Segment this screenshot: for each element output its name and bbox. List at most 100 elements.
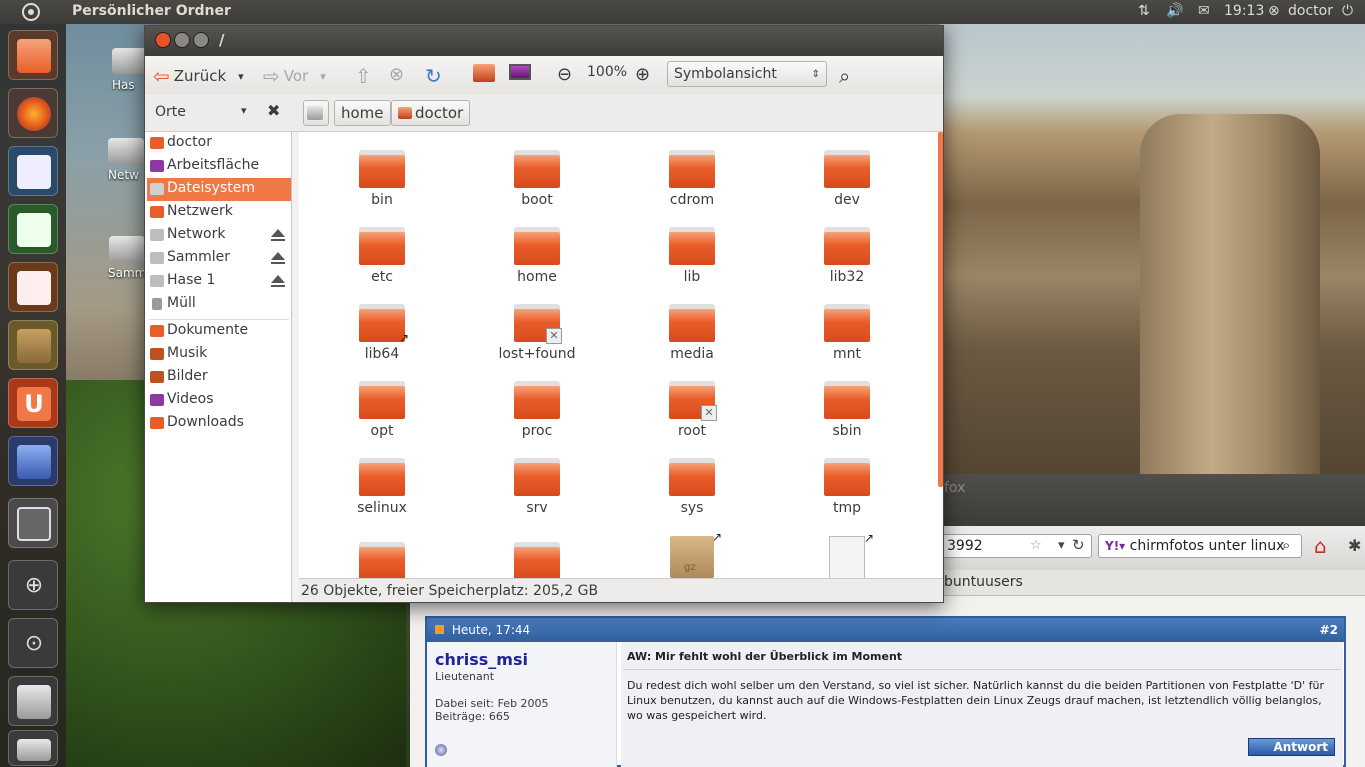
file-item[interactable]: ↗ lib64: [322, 304, 442, 362]
sidebar-item-desktop[interactable]: Arbeitsfläche: [147, 155, 291, 178]
sidebar-header[interactable]: Orte: [155, 104, 186, 120]
clock[interactable]: 19:13: [1224, 3, 1264, 19]
sidebar-item-videos[interactable]: Videos: [147, 389, 291, 412]
url-field[interactable]: 3992: [940, 534, 1092, 558]
file-item[interactable]: ✕ lost+found: [477, 304, 597, 362]
mail-icon[interactable]: ✉: [1198, 3, 1210, 19]
launcher-trash[interactable]: [8, 730, 58, 766]
file-item[interactable]: sbin: [787, 381, 907, 439]
chevron-down-icon[interactable]: ▾: [241, 104, 247, 117]
sidebar-item-music[interactable]: Musik: [147, 343, 291, 366]
sidebar-item-filesystem[interactable]: Dateisystem: [147, 178, 291, 201]
dropdown-icon[interactable]: ▾: [1058, 538, 1065, 553]
search-icon[interactable]: ⌕: [1282, 536, 1290, 554]
zoom-in-button[interactable]: ⊕: [635, 64, 650, 85]
maximize-window-button[interactable]: [193, 32, 209, 48]
file-item[interactable]: lib32: [787, 227, 907, 285]
file-item[interactable]: tmp: [787, 458, 907, 516]
crumb-filesystem[interactable]: [303, 100, 329, 126]
scrollbar[interactable]: [938, 132, 943, 487]
minimize-window-button[interactable]: [174, 32, 190, 48]
chevron-down-icon[interactable]: ▾: [238, 70, 244, 83]
post-number[interactable]: #2: [1320, 623, 1338, 637]
power-icon[interactable]: ⏻: [1342, 3, 1353, 19]
file-item[interactable]: [322, 542, 442, 578]
file-item[interactable]: opt: [322, 381, 442, 439]
file-item[interactable]: dev: [787, 150, 907, 208]
user-name[interactable]: doctor: [1288, 3, 1333, 19]
launcher-writer[interactable]: [8, 146, 58, 196]
sidebar-item-documents[interactable]: Dokumente: [147, 320, 291, 343]
sidebar-item-network[interactable]: Netzwerk: [147, 201, 291, 224]
home-button[interactable]: [473, 64, 495, 82]
sidebar-item-hase[interactable]: Hase 1: [147, 270, 291, 293]
back-button[interactable]: ⇦ Zurück ▾: [153, 64, 244, 88]
eject-icon[interactable]: [271, 252, 285, 264]
launcher-dash-files[interactable]: ⊙: [8, 618, 58, 668]
launcher-impress[interactable]: [8, 262, 58, 312]
crumb-home[interactable]: home: [334, 100, 391, 126]
launcher-calc[interactable]: [8, 204, 58, 254]
bookmark-item[interactable]: buntuusers: [944, 574, 1023, 590]
search-button[interactable]: ⌕: [839, 64, 850, 88]
sidebar-item-trash[interactable]: Müll: [147, 293, 291, 316]
file-item[interactable]: mnt: [787, 304, 907, 362]
file-item[interactable]: [477, 542, 597, 578]
file-item[interactable]: selinux: [322, 458, 442, 516]
chevron-down-icon[interactable]: ▾: [320, 70, 326, 83]
user-close-icon[interactable]: ⊗: [1268, 3, 1280, 19]
file-item[interactable]: proc: [477, 381, 597, 439]
eject-icon[interactable]: [271, 229, 285, 241]
desktop-icon-drive-2[interactable]: Netw: [108, 138, 144, 182]
launcher-ubuntu-one[interactable]: U: [8, 378, 58, 428]
crumb-doctor[interactable]: doctor: [391, 100, 471, 126]
up-button[interactable]: ⇧: [355, 64, 372, 88]
file-item[interactable]: ✕ root: [632, 381, 752, 439]
sidebar-item-doctor[interactable]: doctor: [147, 132, 291, 155]
home-icon[interactable]: ⌂: [1314, 534, 1327, 558]
forward-button[interactable]: ⇨ Vor ▾: [263, 64, 326, 88]
launcher-firefox[interactable]: [8, 88, 58, 138]
launcher-settings[interactable]: [8, 436, 58, 486]
addon-icon[interactable]: ✱: [1348, 536, 1361, 555]
file-item[interactable]: sys: [632, 458, 752, 516]
sidebar-item-downloads[interactable]: Downloads: [147, 412, 291, 435]
file-item[interactable]: lib: [632, 227, 752, 285]
sidebar-item-sammler[interactable]: Sammler: [147, 247, 291, 270]
reload-icon[interactable]: ↻: [1072, 536, 1085, 554]
file-item[interactable]: boot: [477, 150, 597, 208]
file-item[interactable]: media: [632, 304, 752, 362]
search-field[interactable]: Y!▾ chirmfotos unter linux: [1098, 534, 1302, 558]
sidebar-item-pictures[interactable]: Bilder: [147, 366, 291, 389]
file-item[interactable]: srv: [477, 458, 597, 516]
desktop-icon-drive-3[interactable]: Samm: [108, 236, 146, 280]
computer-button[interactable]: [509, 64, 531, 80]
reload-button[interactable]: ↻: [425, 64, 442, 88]
close-window-button[interactable]: [155, 32, 171, 48]
bookmark-star-icon[interactable]: ☆: [1030, 538, 1042, 553]
launcher-software-center[interactable]: [8, 320, 58, 370]
sidebar-item-network-drive[interactable]: Network: [147, 224, 291, 247]
file-item[interactable]: bin: [322, 150, 442, 208]
file-item[interactable]: ↗: [787, 531, 907, 578]
zoom-out-button[interactable]: ⊖: [557, 64, 572, 85]
reply-button[interactable]: Antwort: [1248, 738, 1335, 756]
network-arrows-icon[interactable]: ⇅: [1138, 3, 1150, 19]
file-item[interactable]: home: [477, 227, 597, 285]
launcher-workspaces[interactable]: [8, 498, 58, 548]
launcher-dash-apps[interactable]: ⊕: [8, 560, 58, 610]
close-sidebar-icon[interactable]: ✖: [267, 101, 280, 120]
desktop-icon-drive-1[interactable]: Has: [112, 48, 148, 92]
stop-button[interactable]: ⊗: [389, 64, 404, 85]
launcher-home-folder[interactable]: [8, 30, 58, 80]
post-author[interactable]: chriss_msi: [435, 650, 608, 669]
ubuntu-logo-icon[interactable]: [22, 3, 40, 21]
window-titlebar[interactable]: /: [145, 26, 943, 56]
file-item[interactable]: gz ↗: [632, 530, 752, 578]
launcher-drive[interactable]: [8, 676, 58, 726]
volume-icon[interactable]: 🔊: [1166, 3, 1183, 19]
view-mode-select[interactable]: Symbolansicht ⇕: [667, 61, 827, 87]
file-item[interactable]: etc: [322, 227, 442, 285]
file-item[interactable]: cdrom: [632, 150, 752, 208]
eject-icon[interactable]: [271, 275, 285, 287]
